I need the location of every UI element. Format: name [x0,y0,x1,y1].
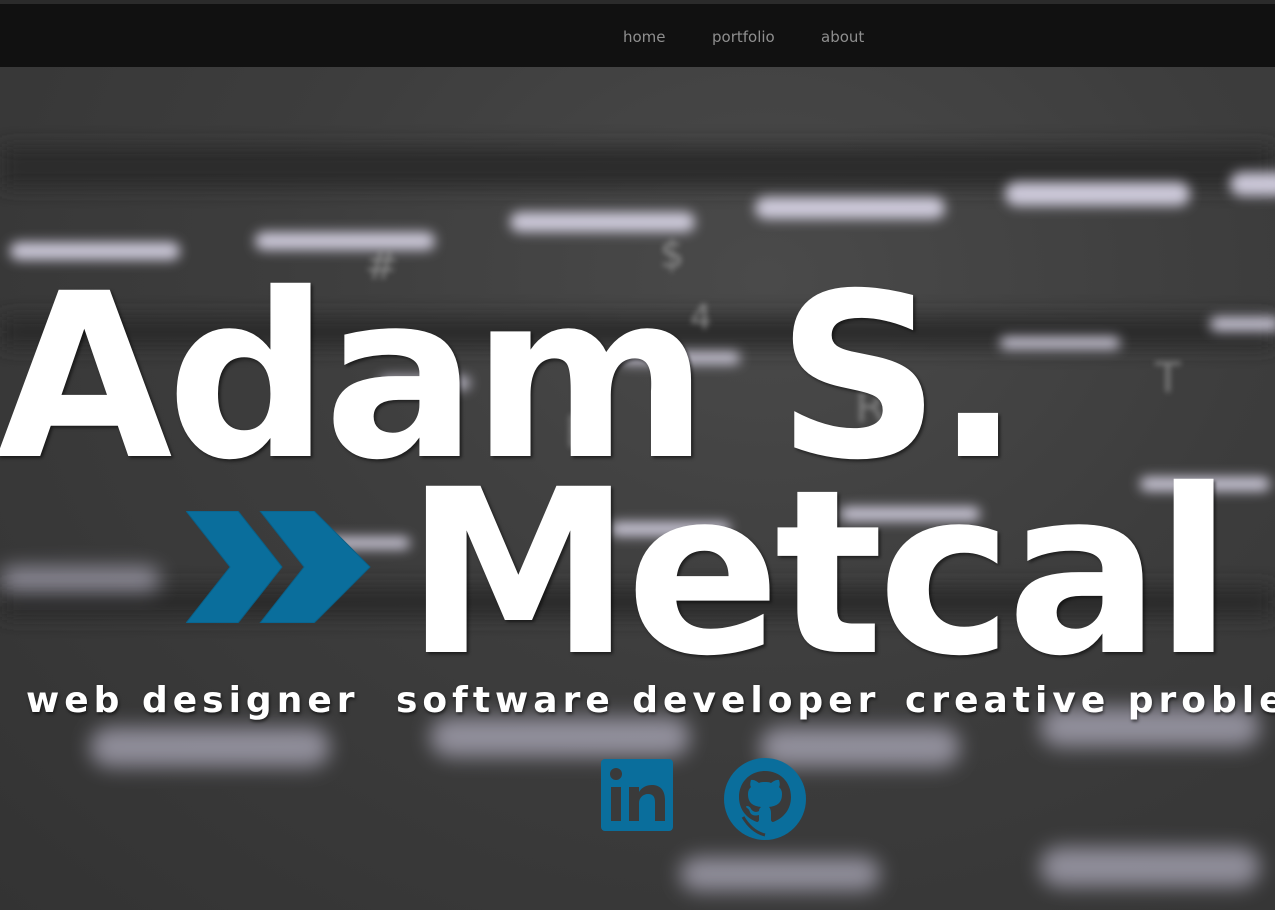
nav-portfolio-link[interactable]: portfolio [712,28,775,46]
github-icon [724,758,806,840]
nav-home-link[interactable]: home [623,28,666,46]
github-link[interactable] [723,757,807,845]
taglines: web designer software developer creative… [0,680,1275,730]
tagline-software-developer: software developer [396,680,881,721]
tagline-web-designer: web designer [26,680,360,721]
linkedin-icon [601,759,673,831]
linkedin-link[interactable] [599,757,675,837]
double-chevron-right-icon [186,511,371,623]
navbar: home portfolio about [0,4,1275,67]
hero-section: # $ 4 R T E Adam S. Metcal web designer … [0,67,1275,910]
hero-name-line2: Metcal [405,440,1233,706]
nav-about-link[interactable]: about [821,28,864,46]
tagline-creative: creative probler [905,680,1275,721]
svg-text:T: T [1154,353,1181,402]
